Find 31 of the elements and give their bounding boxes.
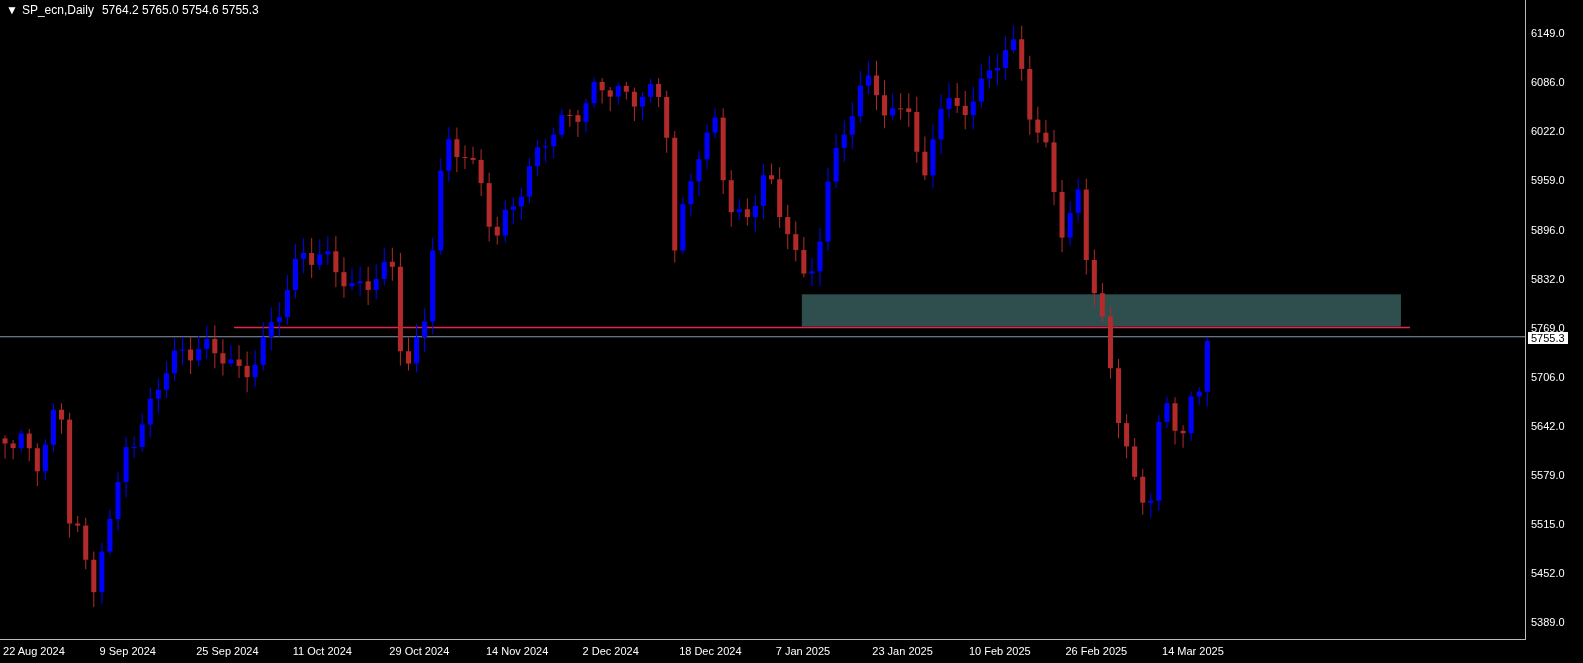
date-axis-label: 2 Dec 2024 [582,645,639,657]
horizontal-level-line[interactable] [233,326,1411,329]
date-axis-label: 9 Sep 2024 [99,645,156,657]
date-axis-label: 10 Feb 2025 [968,645,1031,657]
date-axis-label: 18 Dec 2024 [679,645,742,657]
price-axis-label: 5515.0 [1531,517,1565,530]
price-axis-label: 5579.0 [1531,468,1565,481]
price-axis-label: 5642.0 [1531,419,1565,432]
date-axis-label: 7 Jan 2025 [775,645,831,657]
price-axis-label: 5832.0 [1531,272,1565,285]
price-axis-label: 5706.0 [1531,370,1565,383]
date-axis-label: 25 Sep 2024 [196,645,259,657]
price-axis-label: 5896.0 [1531,223,1565,236]
price-axis-label: 5769.0 [1531,321,1565,334]
marker-icon[interactable]: ▼ [6,3,18,17]
current-price-label: 5755.3 [1528,332,1568,345]
date-axis-label: 14 Mar 2025 [1162,645,1224,657]
price-axis-label: 6086.0 [1531,76,1565,89]
price-axis-label: 5389.0 [1531,615,1565,628]
price-axis-label: 5959.0 [1531,174,1565,187]
date-axis-label: 29 Oct 2024 [389,645,450,657]
date-axis-label: 26 Feb 2025 [1065,645,1128,657]
price-axis-label: 6022.0 [1531,125,1565,138]
ohlc-values: 5764.2 5765.0 5754.6 5755.3 [101,3,259,17]
price-axis-label: 6149.0 [1531,27,1565,40]
date-axis-label: 22 Aug 2024 [3,645,65,657]
date-axis-label: 23 Jan 2025 [872,645,933,657]
date-axis-label: 14 Nov 2024 [485,645,549,657]
date-axis-label: 11 Oct 2024 [292,645,352,657]
price-axis-label: 5452.0 [1531,566,1565,579]
chart-symbol: SP_ecn,Daily [21,3,94,17]
